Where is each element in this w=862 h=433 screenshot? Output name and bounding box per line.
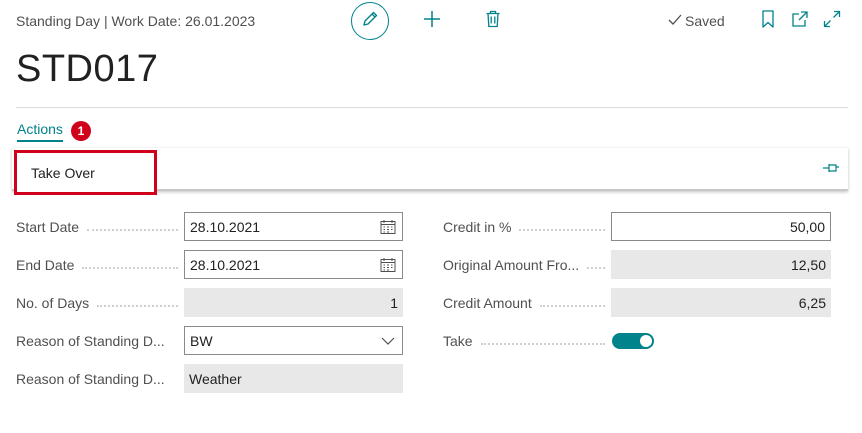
- toggle-knob: [640, 335, 652, 347]
- take-over-button[interactable]: Take Over: [14, 150, 157, 195]
- top-bar: Standing Day | Work Date: 26.01.2023 Sav…: [0, 0, 862, 44]
- start-date-value: 28.10.2021: [190, 218, 261, 235]
- credit-amount-value: 6,25: [798, 294, 826, 311]
- trash-icon: [485, 10, 501, 33]
- pin-icon: [822, 161, 840, 179]
- reason-description-value: Weather: [189, 370, 242, 387]
- chevron-down-icon: [379, 332, 397, 350]
- pencil-icon: [361, 10, 379, 33]
- no-of-days-value: 1: [390, 294, 398, 311]
- reason-code-label: Reason of Standing D...: [16, 333, 165, 349]
- popout-button[interactable]: [790, 10, 810, 33]
- context-breadcrumb: Standing Day | Work Date: 26.01.2023: [16, 13, 256, 29]
- original-amount-value: 12,50: [790, 256, 826, 273]
- end-date-label: End Date: [16, 257, 186, 273]
- plus-icon: [423, 10, 441, 33]
- original-amount-label: Original Amount Fro...: [443, 257, 613, 273]
- expand-icon: [823, 10, 841, 33]
- start-date-field[interactable]: 28.10.2021: [184, 212, 403, 241]
- end-date-field[interactable]: 28.10.2021: [184, 250, 403, 279]
- credit-percent-label: Credit in %: [443, 219, 613, 235]
- check-icon: [668, 13, 682, 29]
- edit-button[interactable]: [351, 2, 389, 40]
- reason-code-select[interactable]: BW: [184, 326, 403, 355]
- page-title: STD017: [16, 48, 159, 90]
- calendar-icon[interactable]: [379, 256, 397, 274]
- bookmark-button[interactable]: [760, 9, 776, 33]
- no-of-days-field: 1: [184, 288, 403, 317]
- expand-button[interactable]: [822, 10, 842, 33]
- credit-percent-value: 50,00: [789, 218, 825, 235]
- credit-percent-field[interactable]: 50,00: [611, 212, 831, 241]
- reason-description-label: Reason of Standing D...: [16, 371, 165, 387]
- new-button[interactable]: [421, 10, 443, 32]
- end-date-value: 28.10.2021: [190, 256, 261, 273]
- delete-button[interactable]: [483, 10, 503, 32]
- step-badge: 1: [71, 121, 91, 141]
- pin-button[interactable]: [822, 162, 840, 178]
- saved-status: Saved: [668, 13, 725, 29]
- credit-amount-field: 6,25: [611, 288, 831, 317]
- no-of-days-label: No. of Days: [16, 295, 186, 311]
- take-over-label: Take Over: [31, 164, 95, 181]
- take-toggle[interactable]: [612, 333, 654, 349]
- action-bar: Take Over: [12, 148, 848, 195]
- calendar-icon[interactable]: [379, 218, 397, 236]
- bookmark-icon: [761, 9, 775, 33]
- original-amount-field: 12,50: [611, 250, 831, 279]
- reason-description-field: Weather: [184, 364, 403, 393]
- start-date-label: Start Date: [16, 219, 186, 235]
- credit-amount-label: Credit Amount: [443, 295, 613, 311]
- reason-code-value: BW: [190, 332, 213, 349]
- popout-icon: [791, 10, 809, 33]
- tab-actions[interactable]: Actions: [17, 121, 63, 142]
- title-divider: [16, 107, 848, 108]
- take-label: Take: [443, 333, 613, 349]
- saved-label: Saved: [685, 13, 725, 29]
